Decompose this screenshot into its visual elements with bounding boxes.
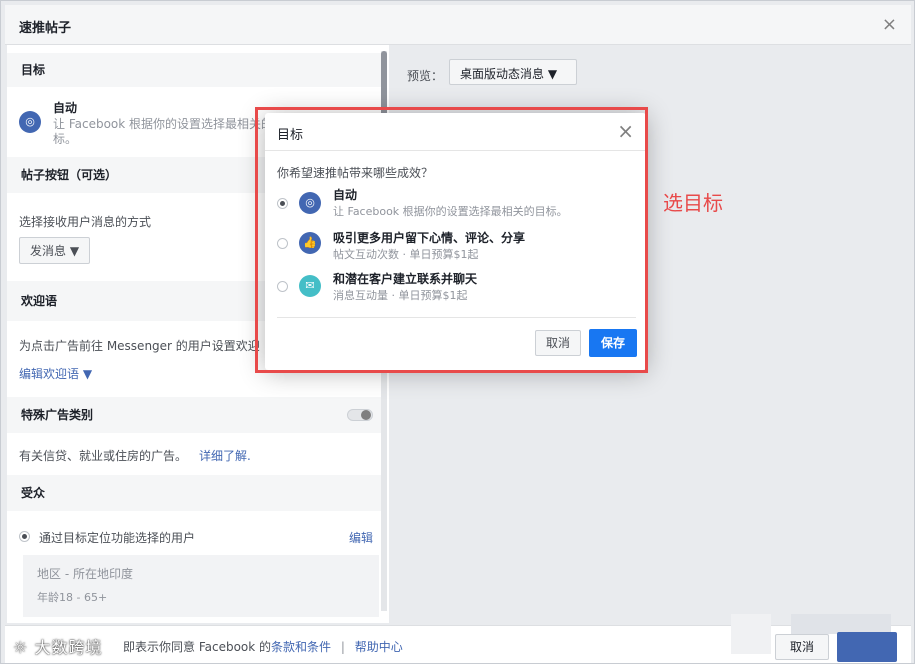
- footer-boost-button[interactable]: [837, 632, 897, 662]
- edit-welcome-label: 编辑欢迎语: [19, 367, 80, 381]
- special-category-desc: 有关信贷、就业或住房的广告。: [19, 449, 188, 463]
- learn-more-link[interactable]: 详细了解.: [199, 447, 251, 464]
- receive-method-label: 选择接收用户消息的方式: [19, 215, 152, 229]
- audience-section-title: 受众: [21, 486, 46, 500]
- send-message-dropdown[interactable]: 发消息 ▼: [19, 237, 91, 264]
- window-header: 速推帖子 ×: [5, 5, 911, 45]
- blurred-region: [791, 614, 891, 634]
- watermark-mark-icon: ☼: [13, 638, 35, 657]
- window-footer: ☼ 大数跨境 即表示你同意 Facebook 的条款和条件 | 帮助中心 取消: [5, 614, 911, 663]
- audience-radio[interactable]: [19, 531, 30, 542]
- welcome-section-title: 欢迎语: [21, 294, 58, 308]
- caret-down-icon: ▼: [82, 367, 93, 381]
- audience-option-label: 通过目标定位功能选择的用户: [39, 531, 196, 545]
- watermark-logo: ☼ 大数跨境: [13, 634, 102, 658]
- window-close-icon[interactable]: ×: [882, 14, 897, 35]
- send-message-label: 发消息: [30, 244, 67, 258]
- special-category-section-header: 特殊广告类别: [7, 397, 381, 433]
- boost-post-window: 速推帖子 × 目标 ◎ 自动 让 Facebook 根据你的设置选择最相关的 标…: [0, 0, 915, 664]
- footer-terms: 即表示你同意 Facebook 的条款和条件 | 帮助中心: [123, 638, 403, 655]
- location-line: 地区 - 所在地印度: [37, 567, 133, 581]
- terms-prefix: 即表示你同意 Facebook 的: [123, 640, 272, 654]
- watermark-text: 大数跨境: [34, 638, 103, 657]
- annotation-label: 选目标: [663, 191, 723, 215]
- audience-summary-box: 地区 - 所在地印度 年龄18 - 65+: [23, 555, 379, 617]
- highlight-box: [255, 107, 648, 373]
- post-button-section-title: 帖子按钮（可选）: [21, 168, 118, 182]
- toggle-knob: [361, 410, 371, 420]
- welcome-desc: 为点击广告前往 Messenger 的用户设置欢迎: [19, 339, 260, 353]
- audience-section-header: 受众: [7, 475, 381, 511]
- auto-goal-icon: ◎: [19, 111, 41, 133]
- help-center-link[interactable]: 帮助中心: [355, 640, 403, 654]
- goal-option-title: 自动: [53, 101, 78, 115]
- special-category-title: 特殊广告类别: [21, 408, 94, 422]
- footer-cancel-button[interactable]: 取消: [775, 634, 829, 660]
- footer-separator: |: [340, 640, 345, 654]
- goal-section-title: 目标: [21, 63, 46, 77]
- terms-link[interactable]: 条款和条件: [271, 640, 331, 654]
- goal-option-desc: 让 Facebook 根据你的设置选择最相关的: [53, 117, 274, 131]
- blurred-region: [731, 614, 771, 654]
- caret-down-icon: ▼: [69, 244, 80, 258]
- goal-section-header: 目标: [7, 53, 381, 87]
- edit-welcome-link[interactable]: 编辑欢迎语 ▼: [19, 365, 92, 382]
- caret-down-icon: ▼: [547, 67, 558, 81]
- preview-placement-select[interactable]: 桌面版动态消息 ▼: [449, 59, 577, 85]
- special-category-toggle[interactable]: [347, 409, 373, 421]
- goal-option-desc-cont: 标。: [53, 132, 78, 146]
- window-title: 速推帖子: [19, 21, 72, 36]
- age-line: 年龄18 - 65+: [37, 591, 108, 604]
- edit-audience-link[interactable]: 编辑: [349, 529, 373, 546]
- preview-selected-value: 桌面版动态消息: [460, 67, 545, 81]
- preview-label: 预览：: [407, 69, 444, 83]
